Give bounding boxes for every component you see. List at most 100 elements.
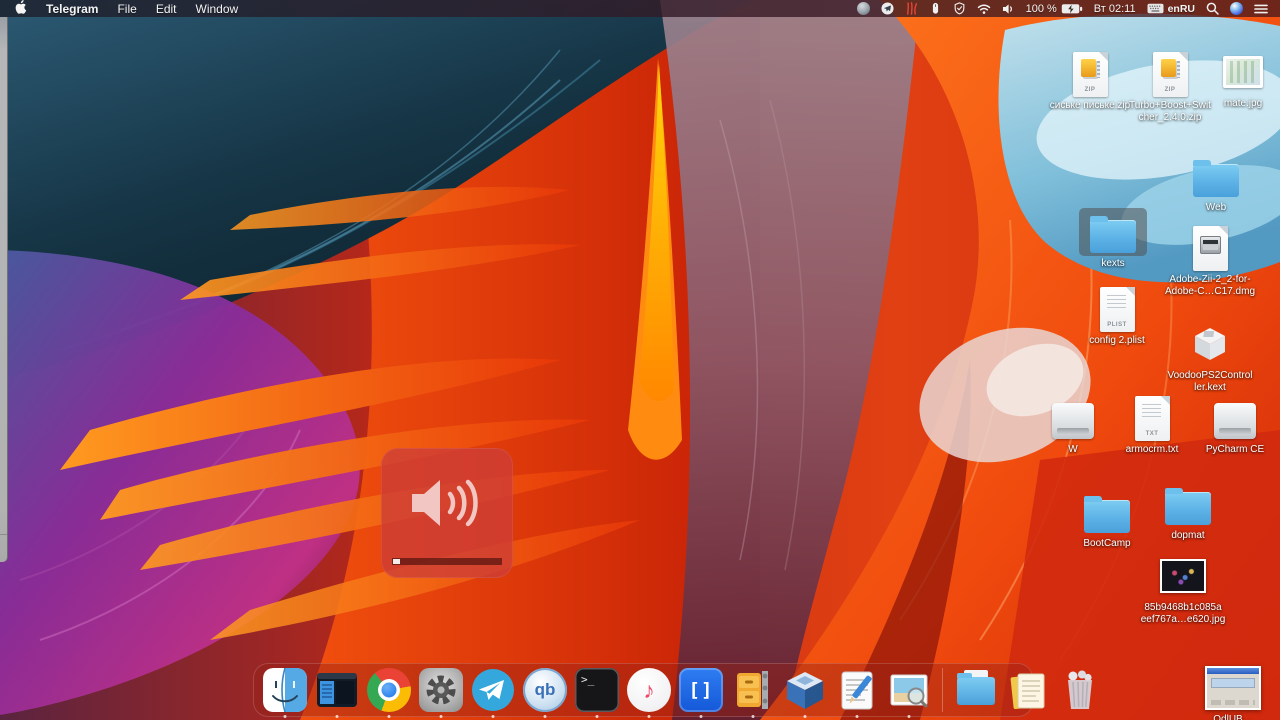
dock-item-telegram[interactable] xyxy=(470,667,516,713)
zip-file-icon: ZIP xyxy=(1153,52,1188,97)
keyboard-icon xyxy=(1147,3,1164,14)
desktop-icon-kexts-folder[interactable]: kexts xyxy=(1065,208,1161,270)
desktop-icon-label: config 2.plist xyxy=(1069,335,1165,347)
dock: qb >_ ♪ [] xyxy=(253,663,1033,717)
desktop: Telegram File Edit Window xyxy=(0,0,1280,720)
status-claw-icon[interactable] xyxy=(905,2,918,15)
dock-item-file-manager[interactable] xyxy=(314,667,360,713)
image-file-icon xyxy=(1223,56,1263,88)
active-app-menu[interactable]: Telegram xyxy=(46,2,98,16)
dock-item-chrome[interactable] xyxy=(366,667,412,713)
external-drive-icon xyxy=(1214,403,1256,439)
folder-icon xyxy=(1193,164,1239,197)
dock-item-itunes[interactable]: ♪ xyxy=(626,667,672,713)
dock-item-archiver[interactable] xyxy=(730,667,776,713)
desktop-icon-armocrm-txt[interactable]: TXT armocrm.txt xyxy=(1104,394,1200,456)
finder-icon xyxy=(263,668,307,712)
menu-edit[interactable]: Edit xyxy=(156,2,177,16)
running-indicator xyxy=(752,715,755,718)
menu-bar-clock[interactable]: Вт 02:11 xyxy=(1094,3,1136,15)
status-telegram-icon[interactable] xyxy=(881,2,894,15)
status-shield-icon[interactable] xyxy=(953,2,966,15)
preview-icon xyxy=(887,668,931,712)
dmg-file-icon xyxy=(1193,226,1228,271)
folder-icon xyxy=(1165,492,1211,525)
running-indicator xyxy=(336,715,339,718)
spotlight-search-icon[interactable] xyxy=(1206,2,1219,15)
running-indicator xyxy=(544,715,547,718)
chrome-icon xyxy=(367,668,411,712)
terminal-icon: >_ xyxy=(575,668,619,712)
external-drive-icon xyxy=(1052,403,1094,439)
menu-window[interactable]: Window xyxy=(196,2,239,16)
folder-icon xyxy=(1084,500,1130,533)
archive-utility-icon xyxy=(731,668,775,712)
dock-item-finder[interactable] xyxy=(262,667,308,713)
running-indicator xyxy=(440,715,443,718)
txt-file-icon: TXT xyxy=(1135,396,1170,441)
desktop-icon-mate-jpg[interactable]: mate.jpg xyxy=(1195,48,1280,110)
desktop-icon-label: PyCharm CE xyxy=(1187,444,1280,456)
running-indicator xyxy=(804,715,807,718)
dock-item-system-preferences[interactable] xyxy=(418,667,464,713)
apple-menu[interactable] xyxy=(15,0,27,17)
input-source-label: enRU xyxy=(1168,3,1195,15)
music-note-icon: ♪ xyxy=(627,668,671,712)
dock-item-trash[interactable] xyxy=(1057,667,1103,713)
desktop-icon-label: kexts xyxy=(1065,258,1161,270)
menu-bar: Telegram File Edit Window xyxy=(0,0,1280,17)
dock-item-downloads-folder[interactable] xyxy=(953,667,999,713)
gear-icon xyxy=(419,668,463,712)
downloads-folder-icon xyxy=(954,668,998,712)
running-indicator xyxy=(908,715,911,718)
speaker-icon xyxy=(408,474,486,532)
status-wifi-icon[interactable] xyxy=(977,3,991,15)
running-indicator xyxy=(284,715,287,718)
status-globe-icon[interactable] xyxy=(857,2,870,15)
window-screenshot-icon xyxy=(1205,666,1261,710)
desktop-icon-web-folder[interactable]: Web xyxy=(1168,152,1264,214)
offscreen-window-edge[interactable] xyxy=(0,17,8,562)
file-manager-icon xyxy=(315,668,359,712)
input-source-switcher[interactable]: enRU xyxy=(1147,3,1195,15)
siri-icon[interactable] xyxy=(1230,2,1243,15)
desktop-icon-config-plist[interactable]: PLIST config 2.plist xyxy=(1069,285,1165,347)
status-mouse-icon[interactable] xyxy=(929,2,942,15)
dock-item-terminal[interactable]: >_ xyxy=(574,667,620,713)
dock-item-qbittorrent[interactable]: qb xyxy=(522,667,568,713)
trash-icon xyxy=(1058,668,1102,712)
image-file-icon xyxy=(1160,559,1206,593)
plist-file-icon: PLIST xyxy=(1100,287,1135,332)
dock-item-documents-stack[interactable] xyxy=(1005,667,1051,713)
desktop-icon-window-screenshot[interactable]: OdlUB… xyxy=(1185,664,1280,720)
documents-stack-icon xyxy=(1006,668,1050,712)
running-indicator xyxy=(700,715,703,718)
menu-file[interactable]: File xyxy=(117,2,136,16)
battery-icon xyxy=(1061,3,1083,15)
desktop-icon-dopmat-folder[interactable]: dopmat xyxy=(1140,480,1236,542)
desktop-icon-label: dopmat xyxy=(1140,530,1236,542)
running-indicator xyxy=(648,715,651,718)
desktop-icon-label: OdlUB… xyxy=(1185,714,1280,720)
dock-item-textedit[interactable] xyxy=(834,667,880,713)
volume-hud xyxy=(381,448,513,578)
desktop-icon-pycharm-drive[interactable]: PyCharm CE xyxy=(1187,394,1280,456)
dock-separator xyxy=(942,668,943,712)
status-volume-icon[interactable] xyxy=(1002,3,1015,15)
textedit-icon xyxy=(835,668,879,712)
dock-item-preview[interactable] xyxy=(886,667,932,713)
brackets-icon: [] xyxy=(679,668,723,712)
zip-file-icon: ZIP xyxy=(1073,52,1108,97)
dock-item-brackets[interactable]: [] xyxy=(678,667,724,713)
desktop-icon-label: Adobe-Zii-2_2-for- Adobe-C…C17.dmg xyxy=(1162,274,1258,298)
notification-center-icon[interactable] xyxy=(1254,3,1268,15)
desktop-icon-label: 85b9468b1c085a eef767a…e620.jpg xyxy=(1135,602,1231,626)
desktop-icon-label: armocrm.txt xyxy=(1104,444,1200,456)
desktop-icon-jpg-85b9[interactable]: 85b9468b1c085a eef767a…e620.jpg xyxy=(1135,552,1231,626)
kext-bundle-icon xyxy=(1191,325,1229,363)
battery-status[interactable]: 100 % xyxy=(1026,3,1083,15)
running-indicator xyxy=(492,715,495,718)
desktop-icon-adobe-dmg[interactable]: Adobe-Zii-2_2-for- Adobe-C…C17.dmg xyxy=(1162,224,1258,298)
dock-item-virtualbox[interactable] xyxy=(782,667,828,713)
desktop-icon-voodoo-kext[interactable]: VoodooPS2Control ler.kext xyxy=(1162,320,1258,394)
